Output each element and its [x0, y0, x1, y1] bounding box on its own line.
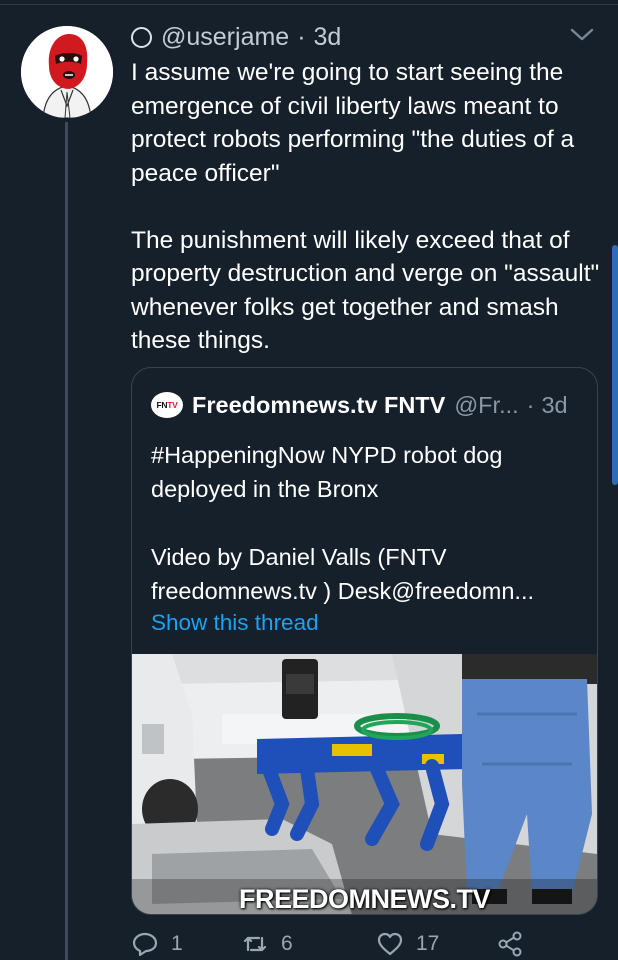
retweet-count: 6 [281, 932, 293, 955]
tweet-paragraph: The punishment will likely exceed that o… [131, 226, 600, 355]
tweet-paragraph: I assume we're going to start seeing the… [131, 59, 575, 187]
tweet-time[interactable]: 3d [314, 23, 342, 52]
quoted-time: 3d [541, 391, 568, 418]
logo-text-fn: FN [156, 400, 168, 410]
video-watermark: FREEDOMNEWS.TV [238, 884, 491, 914]
reply-icon [132, 932, 158, 957]
show-thread-link[interactable]: Show this thread [151, 610, 319, 636]
reply-count: 1 [171, 932, 183, 955]
quoted-tweet-body: #HappeningNow NYPD robot dog deployed in… [151, 438, 581, 608]
retweet-icon [243, 936, 267, 952]
quoted-handle: @Fr... [454, 391, 519, 418]
quoted-media[interactable]: FREEDOMNEWS.TV [132, 654, 597, 914]
reply-button[interactable]: 1 [131, 930, 183, 958]
quoted-display-name: Freedomnews.tv FNTV [192, 391, 446, 418]
robot-dog-photo-icon [132, 654, 597, 914]
quoted-paragraph: #HappeningNow NYPD robot dog deployed in… [151, 442, 503, 502]
logo-text-tv: TV [167, 400, 178, 410]
quoted-separator: · [526, 391, 535, 418]
quoted-tweet-card[interactable]: FNTV Freedomnews.tv FNTV @Fr... · 3d #Ha… [131, 367, 598, 915]
ring-icon [131, 26, 152, 48]
tweet-body: I assume we're going to start seeing the… [131, 56, 601, 358]
tweet-actions: 1 6 17 [131, 930, 551, 960]
tweet-header: @userjame · 3d [131, 20, 341, 54]
scrollbar-thumb[interactable] [612, 245, 618, 485]
like-button[interactable]: 17 [376, 930, 439, 958]
heart-icon [377, 932, 403, 956]
chevron-down-icon[interactable] [568, 26, 596, 44]
quoted-paragraph: Video by Daniel Valls (FNTV freedomnews.… [151, 544, 535, 604]
like-count: 17 [416, 932, 440, 955]
fntv-logo-icon: FNTV [151, 392, 183, 418]
top-divider [0, 4, 618, 5]
retweet-button[interactable]: 6 [241, 930, 293, 958]
red-balaclava-avatar-icon [21, 26, 113, 118]
header-separator: · [297, 22, 306, 51]
share-icon [498, 931, 522, 957]
user-handle[interactable]: @userjame [161, 23, 289, 52]
avatar[interactable] [21, 26, 113, 118]
quoted-tweet-header: FNTV Freedomnews.tv FNTV @Fr... · 3d [151, 388, 568, 422]
share-button[interactable] [496, 930, 536, 958]
thread-line [65, 122, 68, 960]
